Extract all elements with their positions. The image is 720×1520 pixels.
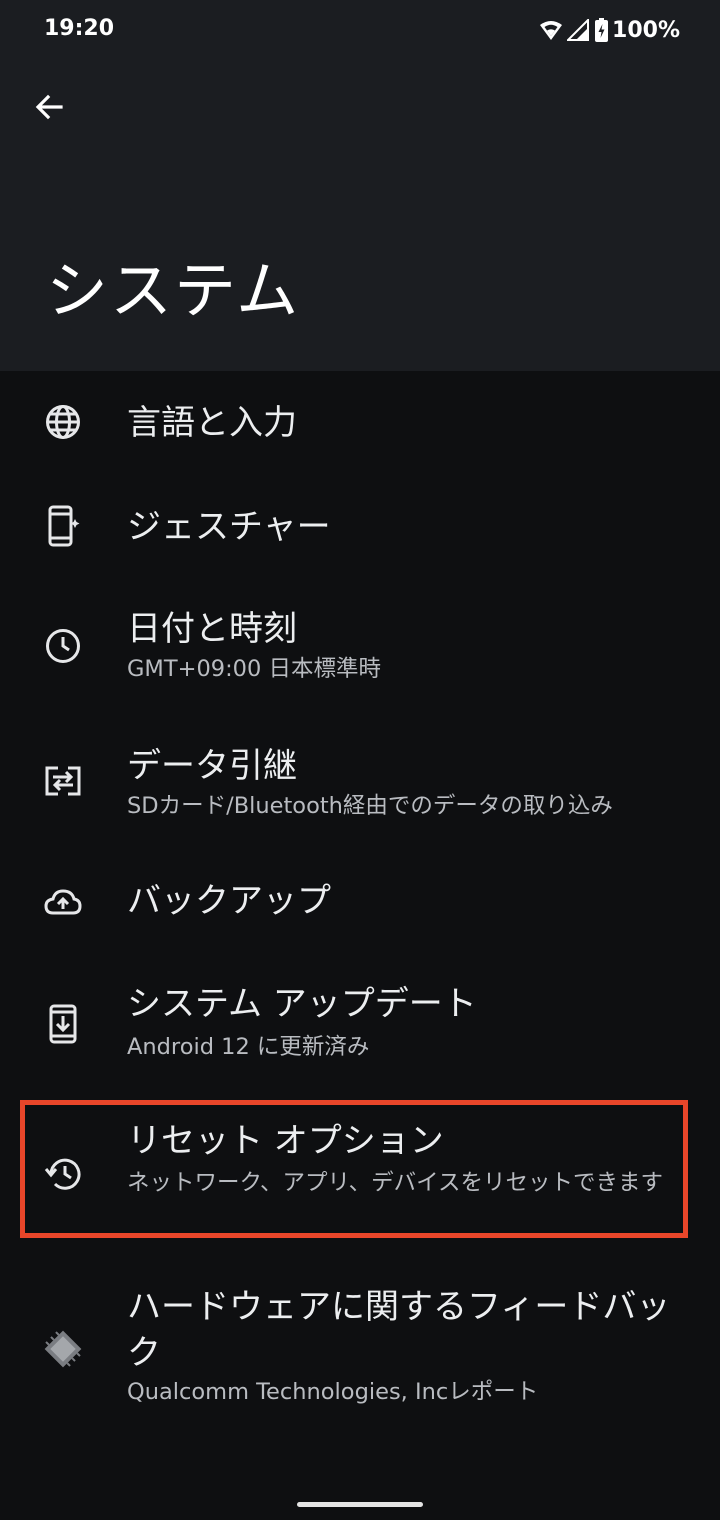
settings-item-title: バックアップ: [127, 881, 331, 921]
settings-item-subtitle: Android 12 に更新済み: [127, 1034, 370, 1060]
chip-icon: [40, 1326, 86, 1372]
settings-item-title: 日付と時刻: [127, 609, 297, 649]
settings-item-language[interactable]: 言語と入力: [0, 371, 720, 475]
settings-item-subtitle: GMT+09:00 日本標準時: [127, 656, 381, 682]
settings-item-hardware-feedback[interactable]: ハードウェアに関するフィードバック Qualcomm Technologies,…: [0, 1280, 720, 1430]
status-icons: 100%: [539, 14, 680, 46]
settings-item-subtitle: SDカード/Bluetooth経由でのデータの取り込み: [127, 793, 613, 819]
status-time: 19:20: [44, 16, 115, 41]
battery-charging-icon: [595, 18, 609, 42]
settings-item-title: 言語と入力: [127, 403, 297, 443]
settings-item-title: リセット オプション: [127, 1121, 444, 1161]
arrow-back-icon: [33, 91, 65, 127]
system-update-icon: [40, 1001, 86, 1047]
signal-icon: [567, 19, 590, 41]
app-bar: 19:20 100% システム: [0, 0, 720, 371]
page-title: システム: [46, 254, 301, 327]
globe-icon: [40, 399, 86, 445]
status-bar: 19:20 100%: [0, 0, 720, 60]
settings-item-subtitle: ネットワーク、アプリ、デバイスをリセットできます: [127, 1170, 663, 1196]
clock-icon: [40, 623, 86, 669]
settings-item-title: データ引継: [127, 746, 297, 786]
settings-item-reset[interactable]: リセット オプション ネットワーク、アプリ、デバイスをリセットできます: [0, 1105, 720, 1233]
data-transfer-icon: [40, 758, 86, 804]
phone-gesture-icon: [40, 503, 86, 549]
settings-item-title: ジェスチャー: [127, 507, 331, 547]
cloud-upload-icon: [40, 879, 86, 925]
settings-item-system-update[interactable]: システム アップデート Android 12 に更新済み: [0, 975, 720, 1093]
settings-item-transfer[interactable]: データ引継 SDカード/Bluetooth経由でのデータの取り込み: [0, 730, 720, 855]
settings-item-gestures[interactable]: ジェスチャー: [0, 475, 720, 579]
settings-item-subtitle: Qualcomm Technologies, Incレポート: [127, 1379, 539, 1405]
settings-item-title: システム アップデート: [127, 984, 477, 1024]
back-button[interactable]: [22, 82, 76, 136]
history-icon: [40, 1151, 86, 1197]
settings-item-backup[interactable]: バックアップ: [0, 855, 720, 959]
gesture-nav-handle[interactable]: [297, 1502, 423, 1507]
settings-item-datetime[interactable]: 日付と時刻 GMT+09:00 日本標準時: [0, 595, 720, 720]
wifi-icon: [539, 19, 563, 41]
settings-item-title: ハードウェアに関するフィードバック: [127, 1287, 671, 1373]
battery-percent: 100%: [612, 17, 680, 43]
